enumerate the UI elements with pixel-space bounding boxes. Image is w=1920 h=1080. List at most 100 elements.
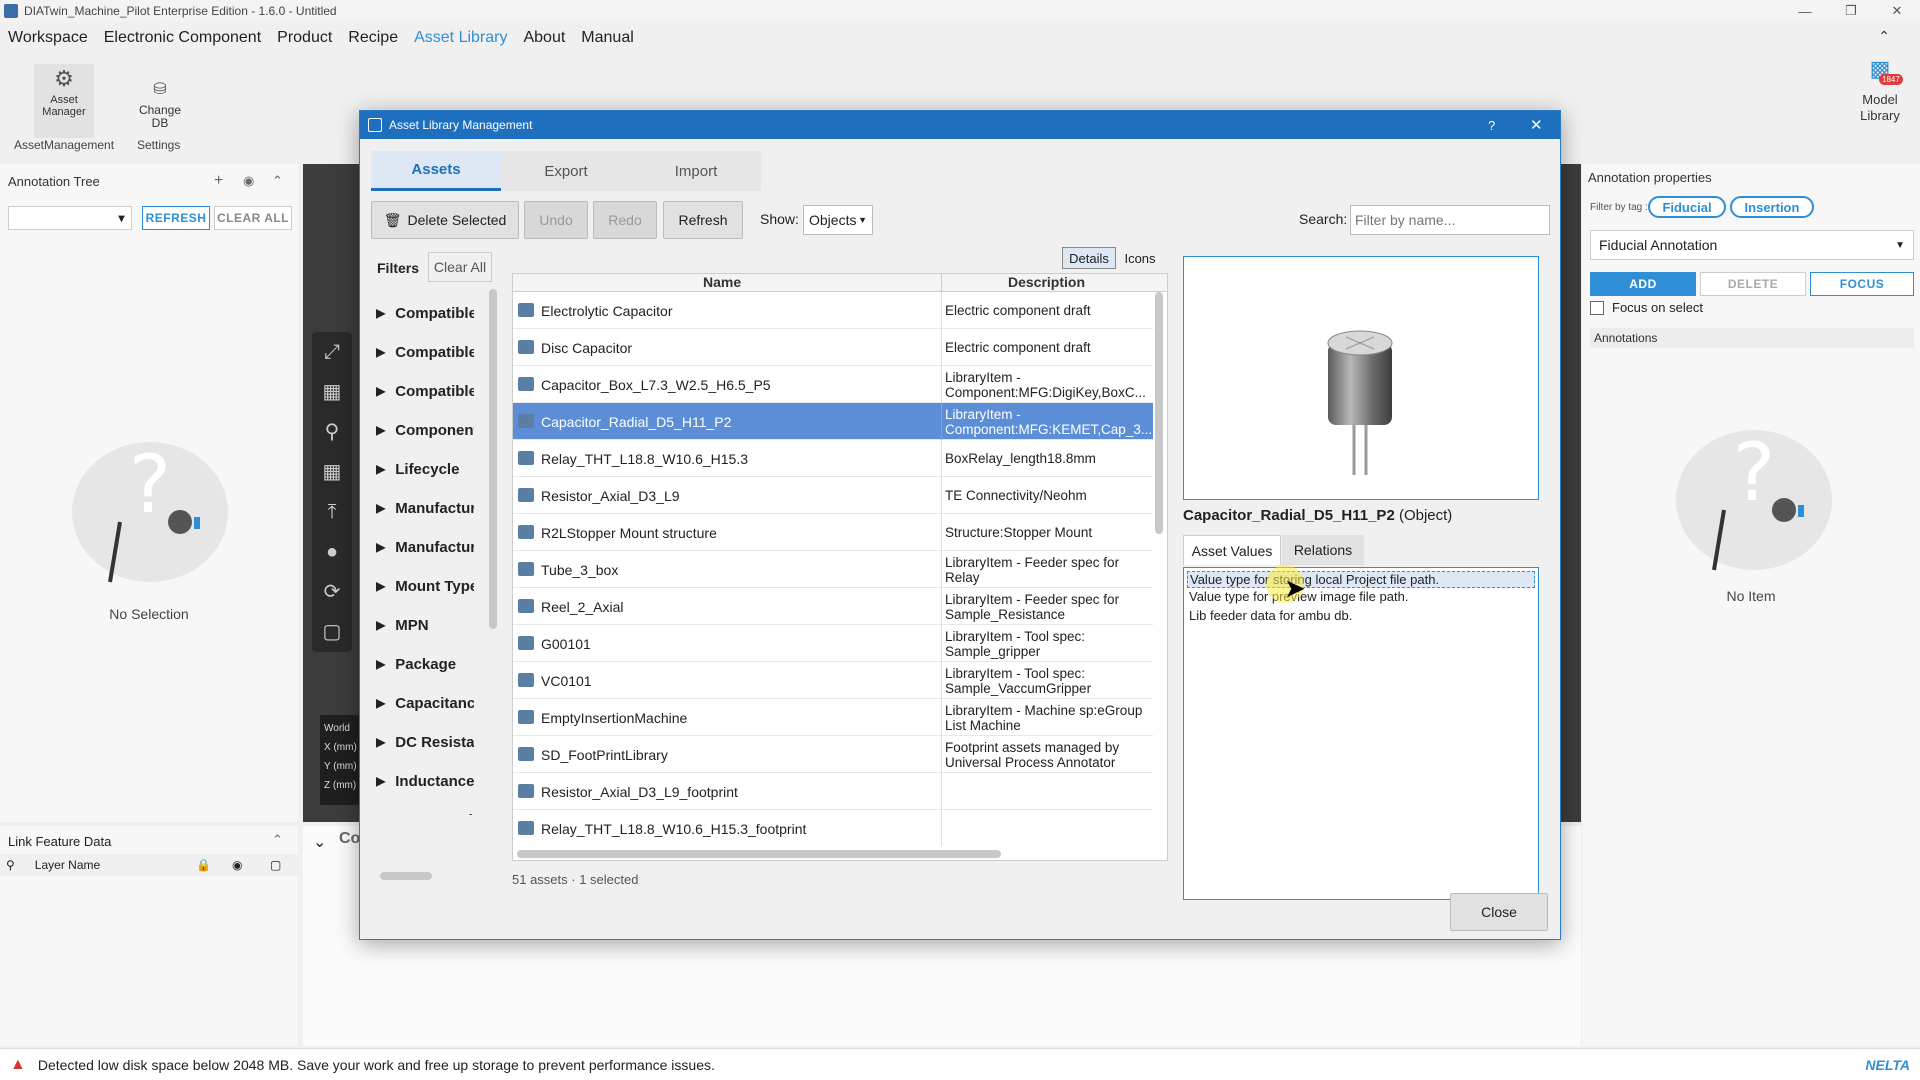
table-row[interactable]: Disc Capacitor Electric component draft: [513, 329, 1153, 366]
clear-filters-button[interactable]: Clear All: [428, 252, 492, 282]
menu-manual[interactable]: Manual: [573, 29, 641, 47]
table-row[interactable]: Capacitor_Box_L7.3_W2.5_H6.5_P5 LibraryIt…: [513, 366, 1153, 403]
zoom-icon[interactable]: ⚲: [312, 412, 352, 452]
table-row[interactable]: Relay_THT_L18.8_W10.6_H15.3 BoxRelay_leng…: [513, 440, 1153, 477]
filter-item[interactable]: ▶ Power Ratin: [376, 804, 474, 816]
tab-export[interactable]: Export: [501, 151, 631, 191]
refresh-assets-button[interactable]: Refresh: [663, 201, 743, 239]
tab-import[interactable]: Import: [631, 151, 761, 191]
menu-workspace[interactable]: Workspace: [0, 29, 96, 47]
change-db-button[interactable]: ⛁ Change DB: [130, 74, 190, 130]
filter-item[interactable]: ▶ Mount Type: [376, 570, 474, 602]
table-row[interactable]: EmptyInsertionMachine LibraryItem - Machi…: [513, 699, 1153, 736]
close-icon[interactable]: ✕: [1530, 116, 1543, 134]
lock-icon[interactable]: 🔒: [196, 858, 211, 872]
table-row[interactable]: G00101 LibraryItem - Tool spec: Sample_gr…: [513, 625, 1153, 662]
clear-all-button[interactable]: CLEAR ALL: [214, 206, 292, 230]
filter-item[interactable]: ▶ Compatible: [376, 336, 474, 368]
asset-values-list: Value type for storing local Project fil…: [1183, 567, 1539, 900]
menu-recipe[interactable]: Recipe: [340, 29, 406, 47]
menu-about[interactable]: About: [515, 29, 573, 47]
eye-icon[interactable]: ◉: [232, 858, 242, 872]
tag-insertion[interactable]: Insertion: [1730, 196, 1814, 218]
delete-annotation-button[interactable]: DELETE: [1700, 272, 1806, 296]
table-row[interactable]: Reel_2_Axial LibraryItem - Feeder spec fo…: [513, 588, 1153, 625]
tab-asset-values[interactable]: Asset Values: [1183, 535, 1281, 565]
value-item[interactable]: Value type for storing local Project fil…: [1187, 571, 1535, 588]
filter-item[interactable]: ▶ Lifecycle: [376, 453, 474, 485]
fit-view-icon[interactable]: ⤢: [312, 332, 352, 372]
filter-item[interactable]: ▶ MPN: [376, 609, 474, 641]
close-dialog-button[interactable]: Close: [1450, 893, 1548, 931]
filter-label: DC Resistar: [395, 733, 474, 751]
annotation-tree-dropdown[interactable]: ▾: [8, 206, 132, 230]
table-row[interactable]: Tube_3_box LibraryItem - Feeder spec for …: [513, 551, 1153, 588]
delete-selected-button[interactable]: 🗑 Delete Selected: [371, 201, 519, 239]
focus-button[interactable]: FOCUS: [1810, 272, 1914, 296]
help-icon[interactable]: ?: [1488, 118, 1495, 133]
filter-item[interactable]: ▶ Compatible: [376, 297, 474, 329]
annotation-properties-panel: Annotation properties Filter by tag : Fi…: [1582, 164, 1920, 1046]
filter-item[interactable]: ▶ Component: [376, 414, 474, 446]
filter-scrollbar[interactable]: [489, 289, 497, 629]
menu-electronic-component[interactable]: Electronic Component: [96, 29, 269, 47]
sphere-icon[interactable]: ●: [312, 532, 352, 572]
table-row[interactable]: Relay_THT_L18.8_W10.6_H15.3_footprint: [513, 810, 1153, 846]
focus-on-select-checkbox[interactable]: [1590, 300, 1604, 315]
trash-icon[interactable]: ▢: [270, 858, 281, 872]
menu-product[interactable]: Product: [269, 29, 340, 47]
table-vscrollbar[interactable]: [1155, 292, 1163, 534]
close-window-icon[interactable]: ✕: [1874, 0, 1920, 22]
collapse-ribbon-icon[interactable]: ⌃: [1878, 28, 1890, 45]
filter-item[interactable]: ▶ Manufactur: [376, 492, 474, 524]
tab-assets[interactable]: Assets: [371, 151, 501, 191]
model-library-button[interactable]: ▩ 1847 Model Library: [1848, 54, 1912, 124]
table-row[interactable]: SD_FootPrintLibrary Footprint assets mana…: [513, 736, 1153, 773]
table-row[interactable]: VC0101 LibraryItem - Tool spec: Sample_Va…: [513, 662, 1153, 699]
collapse-icon[interactable]: ⌃: [272, 832, 283, 848]
tag-fiducial[interactable]: Fiducial: [1648, 196, 1726, 218]
maximize-icon[interactable]: ❐: [1828, 0, 1874, 22]
table-row[interactable]: Resistor_Axial_D3_L9_footprint: [513, 773, 1153, 810]
filter-item[interactable]: ▶ Package: [376, 648, 474, 680]
table-hscrollbar[interactable]: [517, 850, 1001, 858]
tab-relations[interactable]: Relations: [1282, 535, 1364, 565]
asset-manager-button[interactable]: ⚙ Asset Manager: [34, 64, 94, 138]
menu-asset-library[interactable]: Asset Library: [406, 29, 515, 47]
collapse-icon[interactable]: ⌃: [272, 173, 283, 189]
add-icon[interactable]: +: [214, 172, 223, 190]
show-label: Show:: [760, 211, 799, 227]
description-column-header[interactable]: Description: [941, 274, 1151, 292]
asset-name: Resistor_Axial_D3_L9: [541, 487, 680, 504]
minimize-icon[interactable]: —: [1782, 0, 1828, 22]
value-item[interactable]: Lib feeder data for ambu db.: [1189, 608, 1352, 623]
table-row[interactable]: Resistor_Axial_D3_L9 TE Connectivity/Neoh…: [513, 477, 1153, 514]
redo-button[interactable]: Redo: [593, 201, 657, 239]
name-column-header[interactable]: Name: [703, 274, 741, 290]
orbit-icon[interactable]: ⟳: [312, 572, 352, 612]
axis-icon[interactable]: ⤒: [312, 492, 352, 532]
search-input[interactable]: [1350, 205, 1550, 235]
annotation-type-select[interactable]: Fiducial Annotation ▼: [1590, 230, 1914, 260]
table-row[interactable]: Capacitor_Radial_D5_H11_P2 LibraryItem - …: [513, 403, 1153, 440]
refresh-button[interactable]: REFRESH: [142, 206, 210, 230]
table-row[interactable]: R2LStopper Mount structure Structure:Stop…: [513, 514, 1153, 551]
zoom-selection-icon[interactable]: ▦: [312, 372, 352, 412]
grid-icon[interactable]: ▦: [312, 452, 352, 492]
add-annotation-button[interactable]: ADD: [1590, 272, 1696, 296]
filter-item[interactable]: ▶ Manufactur: [376, 531, 474, 563]
filter-hscrollbar[interactable]: [380, 872, 432, 880]
filter-item[interactable]: ▶ DC Resistar: [376, 726, 474, 758]
undo-button[interactable]: Undo: [524, 201, 588, 239]
eye-icon[interactable]: ◉: [243, 173, 254, 189]
chevron-down-icon: ▼: [1895, 239, 1905, 251]
table-row[interactable]: Electrolytic Capacitor Electric component…: [513, 292, 1153, 329]
details-view-button[interactable]: Details: [1062, 247, 1116, 269]
filter-item[interactable]: ▶ Capacitanc: [376, 687, 474, 719]
icons-view-button[interactable]: Icons: [1118, 247, 1162, 269]
filter-item[interactable]: ▶ Compatible: [376, 375, 474, 407]
chevron-down-icon[interactable]: ⌄: [313, 832, 326, 852]
show-select[interactable]: Objects ▼: [803, 205, 873, 235]
frame-icon[interactable]: ▢: [312, 612, 352, 652]
filter-item[interactable]: ▶ Inductance: [376, 765, 474, 797]
